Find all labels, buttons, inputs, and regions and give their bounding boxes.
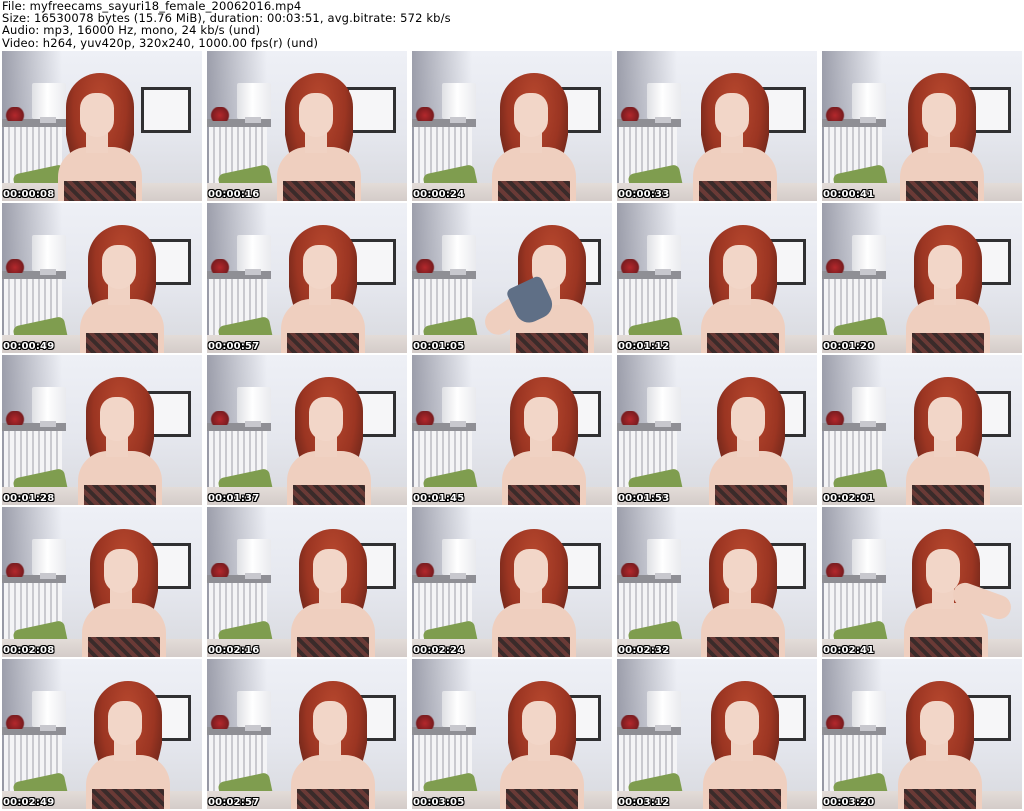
frame-image — [412, 659, 612, 809]
video-thumbnail[interactable]: 00:03:12 — [617, 659, 817, 809]
video-info-line: Video: h264, yuv420p, 320x240, 1000.00 f… — [2, 35, 319, 50]
frame-image — [2, 659, 202, 809]
frame-image — [207, 659, 407, 809]
video-thumbnail[interactable]: 00:02:08 — [2, 507, 202, 657]
video-thumbnail[interactable]: 00:01:28 — [2, 355, 202, 505]
frame-image — [617, 659, 817, 809]
frame-image — [617, 51, 817, 201]
frame-image — [617, 507, 817, 657]
frame-image — [207, 203, 407, 353]
timestamp-label: 00:00:08 — [3, 189, 55, 200]
frame-image — [412, 355, 612, 505]
timestamp-label: 00:00:49 — [3, 341, 55, 352]
frame-image — [412, 507, 612, 657]
frame-image — [207, 355, 407, 505]
frame-image — [822, 355, 1022, 505]
video-thumbnail[interactable]: 00:03:20 — [822, 659, 1022, 809]
video-thumbnail[interactable]: 00:00:08 — [2, 51, 202, 201]
frame-image — [207, 507, 407, 657]
frame-image — [2, 51, 202, 201]
frame-image — [617, 203, 817, 353]
frame-image — [822, 507, 1022, 657]
frame-image — [207, 51, 407, 201]
audio-info-line: Audio: mp3, 16000 Hz, mono, 24 kb/s (und… — [2, 23, 261, 38]
timestamp-label: 00:00:16 — [208, 189, 260, 200]
frame-image — [617, 355, 817, 505]
video-thumbnail[interactable]: 00:02:01 — [822, 355, 1022, 505]
video-thumbnail[interactable]: 00:02:16 — [207, 507, 407, 657]
video-thumbnail[interactable]: 00:02:49 — [2, 659, 202, 809]
timestamp-label: 00:00:24 — [413, 189, 465, 200]
timestamp-label: 00:02:24 — [413, 645, 465, 656]
timestamp-label: 00:03:12 — [618, 797, 670, 808]
timestamp-label: 00:01:20 — [823, 341, 875, 352]
frame-image — [822, 659, 1022, 809]
timestamp-label: 00:02:16 — [208, 645, 260, 656]
frame-image — [2, 507, 202, 657]
video-thumbnail[interactable]: 00:02:24 — [412, 507, 612, 657]
timestamp-label: 00:01:37 — [208, 493, 260, 504]
frame-image — [822, 51, 1022, 201]
video-thumbnail[interactable]: 00:01:20 — [822, 203, 1022, 353]
timestamp-label: 00:01:45 — [413, 493, 465, 504]
timestamp-label: 00:02:01 — [823, 493, 875, 504]
timestamp-label: 00:02:32 — [618, 645, 670, 656]
video-thumbnail[interactable]: 00:03:05 — [412, 659, 612, 809]
video-thumbnail[interactable]: 00:00:41 — [822, 51, 1022, 201]
timestamp-label: 00:01:12 — [618, 341, 670, 352]
video-thumbnail[interactable]: 00:02:57 — [207, 659, 407, 809]
thumbnail-grid: 00:00:08 00:00:16 00:00:24 00:00:33 00:00:41… — [2, 51, 1022, 811]
video-thumbnail[interactable]: 00:02:32 — [617, 507, 817, 657]
timestamp-label: 00:02:41 — [823, 645, 875, 656]
timestamp-label: 00:01:53 — [618, 493, 670, 504]
timestamp-label: 00:03:05 — [413, 797, 465, 808]
timestamp-label: 00:02:57 — [208, 797, 260, 808]
timestamp-label: 00:00:57 — [208, 341, 260, 352]
timestamp-label: 00:03:20 — [823, 797, 875, 808]
video-thumbnail[interactable]: 00:01:05 — [412, 203, 612, 353]
video-thumbnail[interactable]: 00:01:45 — [412, 355, 612, 505]
video-thumbnail[interactable]: 00:02:41 — [822, 507, 1022, 657]
video-thumbnail[interactable]: 00:00:16 — [207, 51, 407, 201]
video-thumbnail[interactable]: 00:00:49 — [2, 203, 202, 353]
video-thumbnail[interactable]: 00:01:53 — [617, 355, 817, 505]
video-thumbnail[interactable]: 00:01:12 — [617, 203, 817, 353]
frame-image — [412, 51, 612, 201]
timestamp-label: 00:01:28 — [3, 493, 55, 504]
video-thumbnail[interactable]: 00:00:57 — [207, 203, 407, 353]
frame-image — [2, 355, 202, 505]
file-info-header: File: myfreecams_sayuri18_female_2006201… — [2, 0, 1022, 50]
video-thumbnail[interactable]: 00:01:37 — [207, 355, 407, 505]
timestamp-label: 00:00:41 — [823, 189, 875, 200]
video-thumbnail[interactable]: 00:00:33 — [617, 51, 817, 201]
timestamp-label: 00:01:05 — [413, 341, 465, 352]
frame-image — [822, 203, 1022, 353]
timestamp-label: 00:00:33 — [618, 189, 670, 200]
timestamp-label: 00:02:49 — [3, 797, 55, 808]
video-thumbnail[interactable]: 00:00:24 — [412, 51, 612, 201]
frame-image — [2, 203, 202, 353]
frame-image — [412, 203, 612, 353]
timestamp-label: 00:02:08 — [3, 645, 55, 656]
